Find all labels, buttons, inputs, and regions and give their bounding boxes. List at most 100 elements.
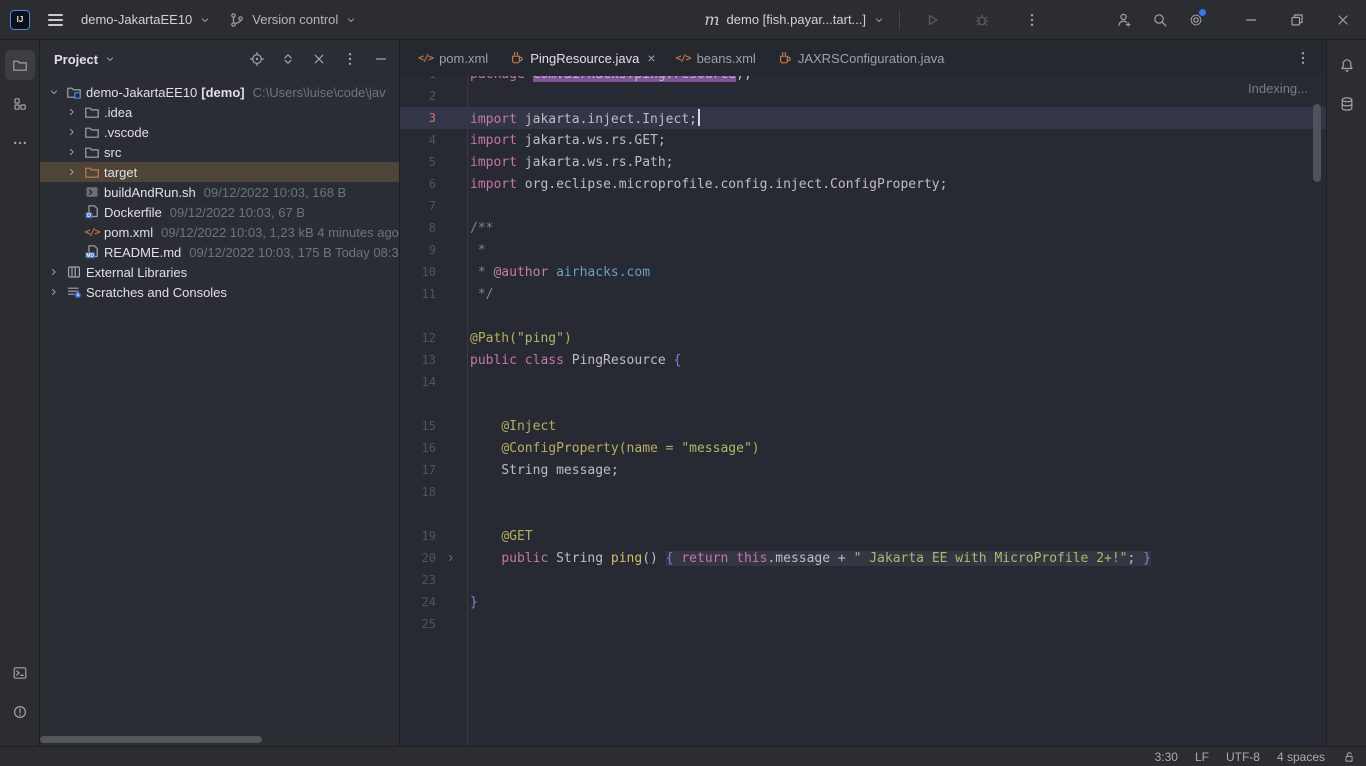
hide-panel-button[interactable]	[373, 51, 389, 67]
project-view-selector[interactable]: Project	[54, 52, 116, 67]
code-text[interactable]: @GET	[466, 529, 533, 544]
tab-beans-xml[interactable]: </>beans.xml	[666, 40, 766, 76]
code-text[interactable]: public String ping() { return this.messa…	[466, 551, 1151, 566]
chevron-right-icon[interactable]	[62, 146, 82, 158]
tree-item-scratches-and-consoles[interactable]: Scratches and Consoles	[40, 282, 399, 302]
database-button[interactable]	[1332, 89, 1362, 119]
tool-terminal-button[interactable]	[5, 658, 35, 688]
settings-button[interactable]	[1178, 0, 1214, 40]
tool-structure-button[interactable]	[5, 89, 35, 119]
code-line-18: 18	[400, 481, 1326, 503]
notifications-button[interactable]	[1332, 50, 1362, 80]
line-number: 15	[400, 419, 436, 433]
code-line-14: 14	[400, 371, 1326, 393]
code-text[interactable]: /**	[466, 221, 493, 236]
editor-options-button[interactable]	[1288, 50, 1318, 66]
tab-pom-xml[interactable]: </>pom.xml	[408, 40, 498, 76]
restore-button[interactable]	[1274, 0, 1320, 40]
run-button[interactable]	[914, 0, 950, 40]
folder-icon	[82, 144, 102, 160]
fold-icon[interactable]	[436, 552, 466, 564]
readonly-toggle[interactable]	[1342, 750, 1356, 764]
close-icon[interactable]: ×	[647, 51, 655, 65]
tab-pingresource-java[interactable]: PingResource.java×	[498, 40, 665, 76]
project-panel-title: Project	[54, 52, 98, 67]
chevron-right-icon[interactable]	[44, 286, 64, 298]
chevron-right-icon[interactable]	[62, 166, 82, 178]
line-number: 9	[400, 243, 436, 257]
code-text[interactable]: import jakarta.inject.Inject;	[466, 109, 700, 127]
kebab-icon	[1024, 12, 1040, 28]
svg-text:D: D	[87, 213, 91, 219]
code-text[interactable]: @Path("ping")	[466, 331, 572, 346]
debug-button[interactable]	[964, 0, 1000, 40]
code-with-me-button[interactable]	[1106, 0, 1142, 40]
search-everywhere-button[interactable]	[1142, 0, 1178, 40]
locate-file-button[interactable]	[249, 51, 265, 67]
problems-icon	[12, 704, 28, 720]
code-text[interactable]: }	[466, 595, 478, 610]
tree-item-demo-jakartaee10[interactable]: demo-JakartaEE10[demo]C:\Users\luise\cod…	[40, 82, 399, 102]
code-text[interactable]: * @author airhacks.com	[466, 265, 650, 280]
tool-problems-button[interactable]	[5, 697, 35, 727]
line-separator[interactable]: LF	[1195, 750, 1209, 764]
code-text[interactable]: *	[466, 243, 486, 258]
tree-item-pom-xml[interactable]: </>pom.xml09/12/2022 10:03, 1,23 kB 4 mi…	[40, 222, 399, 242]
locate-icon	[249, 51, 265, 67]
folder-excluded-icon	[82, 164, 102, 180]
statusbar: 3:30 LF UTF-8 4 spaces	[0, 746, 1366, 766]
chevron-right-icon[interactable]	[44, 266, 64, 278]
tool-project-button[interactable]	[5, 50, 35, 80]
expand-all-button[interactable]	[280, 51, 296, 67]
code-text[interactable]: import jakarta.ws.rs.Path;	[466, 155, 674, 170]
code-text[interactable]: @Inject	[466, 419, 556, 434]
code-line-24: 24}	[400, 591, 1326, 613]
more-run-actions-button[interactable]	[1014, 0, 1050, 40]
chevron-right-icon[interactable]	[62, 106, 82, 118]
code-line-20: 20 public String ping() { return this.me…	[400, 547, 1326, 569]
collapse-all-button[interactable]	[311, 51, 327, 67]
minimize-button[interactable]	[1228, 0, 1274, 40]
version-control-menu[interactable]: Version control	[229, 12, 357, 28]
tree-item-external-libraries[interactable]: External Libraries	[40, 262, 399, 282]
right-tool-stripe	[1326, 40, 1366, 746]
project-selector[interactable]: demo-JakartaEE10	[81, 12, 211, 27]
code-text[interactable]: */	[466, 287, 493, 302]
chevron-down-icon[interactable]	[44, 86, 64, 98]
panel-options-button[interactable]	[342, 51, 358, 67]
scrollbar-thumb[interactable]	[40, 736, 262, 743]
tool-more-button[interactable]	[5, 128, 35, 158]
code-text[interactable]: @ConfigProperty(name = "message")	[466, 441, 760, 456]
scrollbar-thumb[interactable]	[1313, 104, 1321, 182]
tree-item-src[interactable]: src	[40, 142, 399, 162]
close-button[interactable]	[1320, 0, 1366, 40]
tree-item-idea[interactable]: .idea	[40, 102, 399, 122]
code-text[interactable]: String message;	[466, 463, 619, 478]
code-line-inlay	[400, 305, 1326, 327]
file-encoding[interactable]: UTF-8	[1226, 750, 1260, 764]
tree-item-readme-md[interactable]: MDREADME.md09/12/2022 10:03, 175 B Today…	[40, 242, 399, 262]
tree-item-dockerfile[interactable]: DDockerfile09/12/2022 10:03, 67 B	[40, 202, 399, 222]
code-text[interactable]: public class PingResource {	[466, 353, 681, 368]
tree-item-vscode[interactable]: .vscode	[40, 122, 399, 142]
restore-icon	[1289, 12, 1305, 28]
titlebar: IJ demo-JakartaEE10 Version control mdem…	[0, 0, 1366, 40]
tree-item-buildandrun-sh[interactable]: buildAndRun.sh09/12/2022 10:03, 168 B	[40, 182, 399, 202]
tab-label: pom.xml	[439, 51, 488, 66]
bug-icon	[974, 12, 990, 28]
terminal-icon	[12, 665, 28, 681]
tab-jaxrsconfiguration-java[interactable]: JAXRSConfiguration.java	[766, 40, 955, 76]
run-configuration-selector[interactable]: mdemo [fish.payar...tart...]	[704, 12, 885, 28]
tree-item-label: target	[104, 165, 137, 180]
code-text[interactable]: import org.eclipse.microprofile.config.i…	[466, 177, 947, 192]
code-text[interactable]: import jakarta.ws.rs.GET;	[466, 133, 666, 148]
tree-item-label: pom.xml	[104, 225, 153, 240]
indent-style[interactable]: 4 spaces	[1277, 750, 1325, 764]
code-line-inlay	[400, 503, 1326, 525]
chevron-right-icon[interactable]	[62, 126, 82, 138]
code-line-4: 4import jakarta.ws.rs.GET;	[400, 129, 1326, 151]
tree-item-target[interactable]: target	[40, 162, 399, 182]
caret-position[interactable]: 3:30	[1155, 750, 1178, 764]
main-menu-button[interactable]	[48, 14, 63, 26]
code-text[interactable]: package com.airhacks.ping.resource;;	[466, 76, 752, 82]
